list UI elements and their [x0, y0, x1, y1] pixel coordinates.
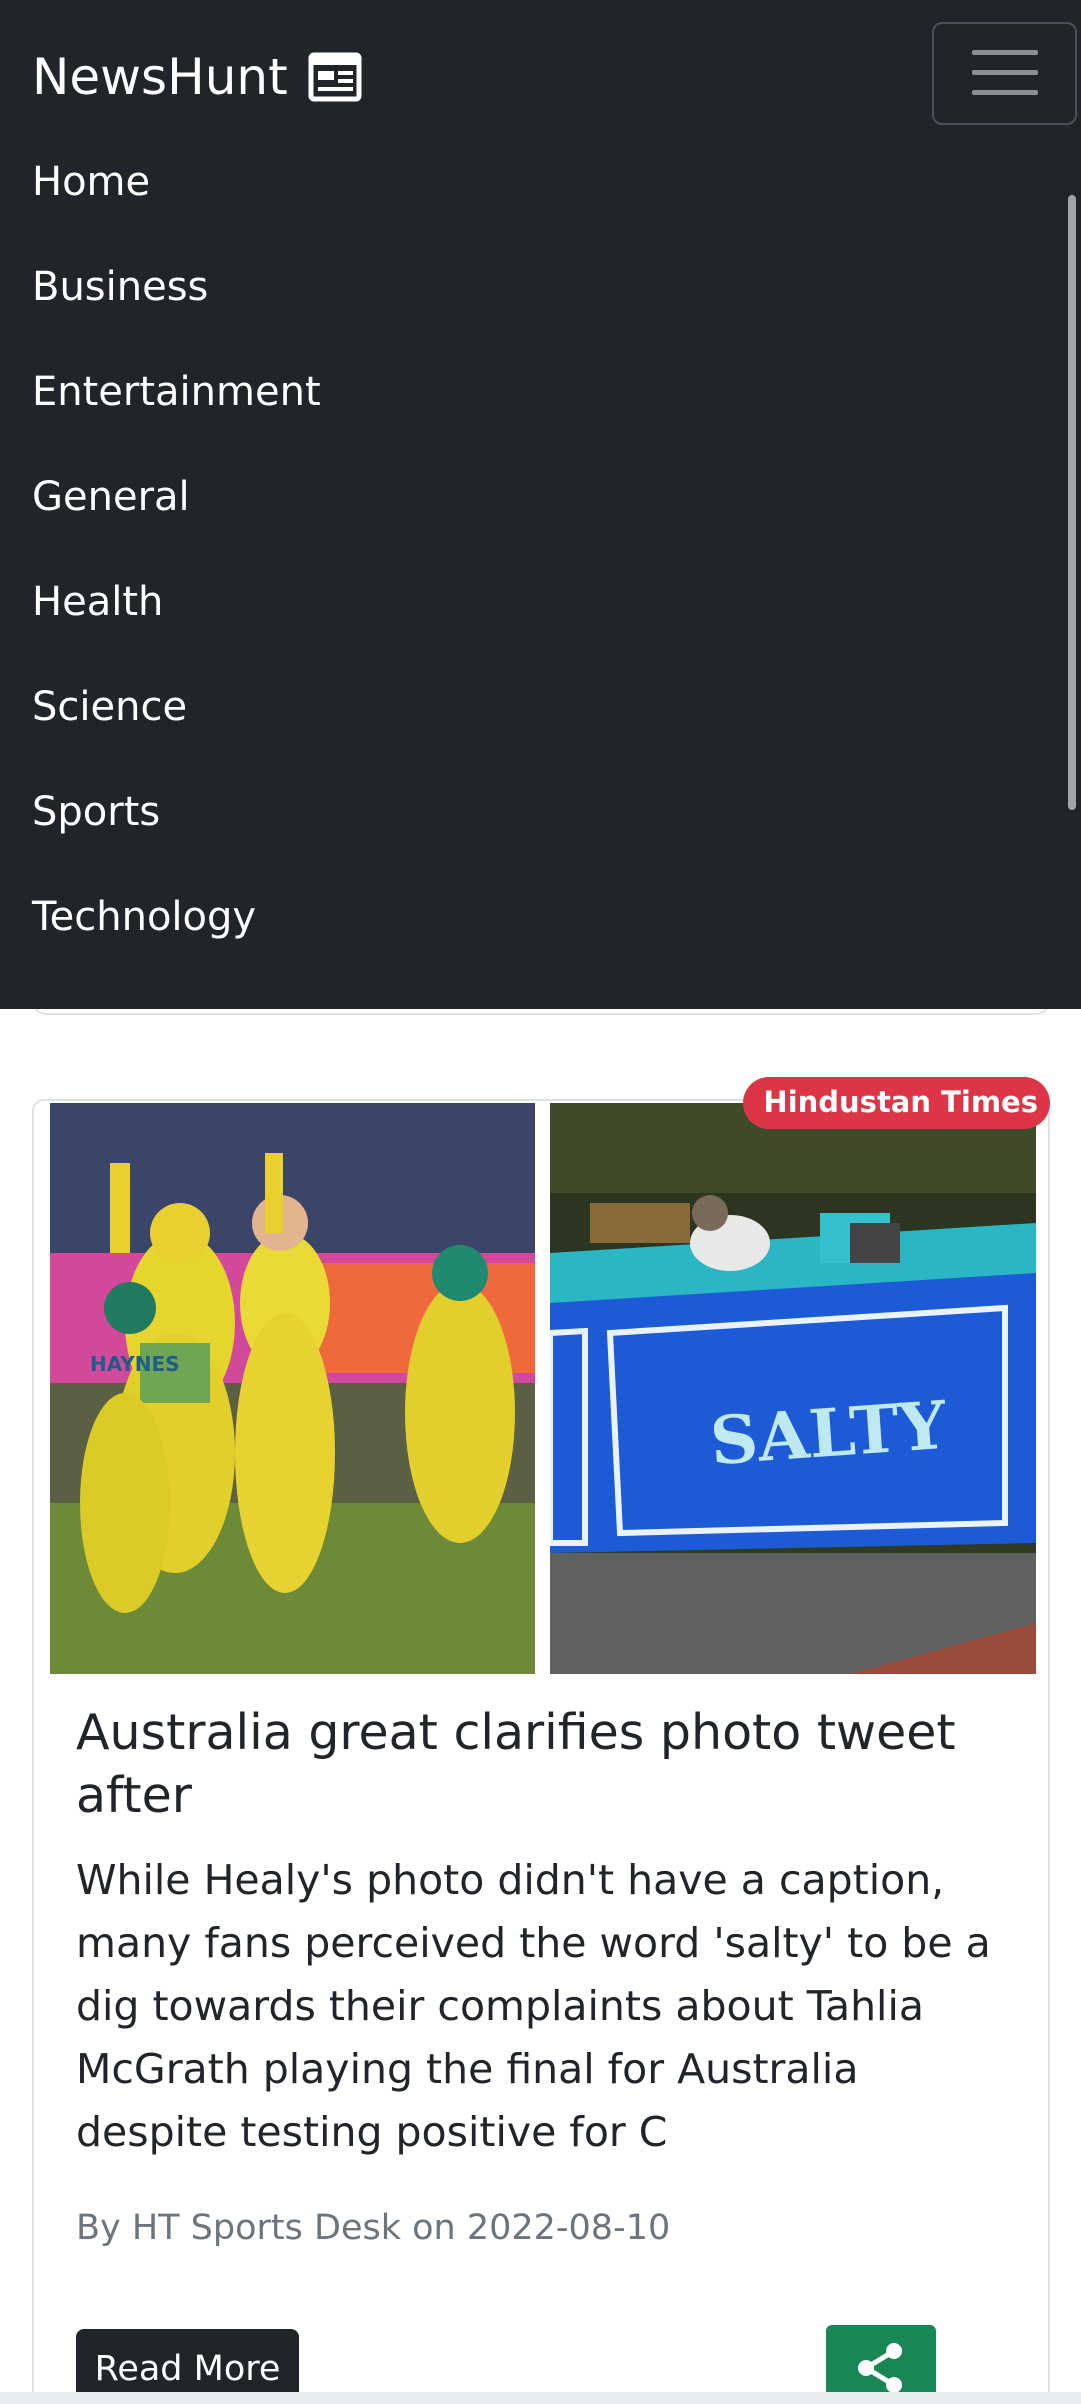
- brand-link[interactable]: NewsHunt: [32, 42, 362, 112]
- article-description: While Healy's photo didn't have a captio…: [76, 1856, 991, 2156]
- nav-menu: Home Business Entertainment General Heal…: [0, 130, 1070, 1010]
- page-bottom-divider: [0, 2392, 1081, 2404]
- newspaper-icon: [308, 52, 362, 102]
- cricket-celebration-photo: HAYNES: [50, 1103, 535, 1674]
- card-body: Australia great clarifies photo tweet af…: [76, 1701, 1016, 2248]
- nav-item-technology[interactable]: Technology: [32, 887, 256, 947]
- navbar: NewsHunt Home Business Entertainment Gen…: [0, 0, 1081, 1009]
- nav-item-business[interactable]: Business: [32, 257, 208, 317]
- nav-item-home[interactable]: Home: [32, 152, 150, 212]
- article-image: HAYNES SALTY: [50, 1103, 1036, 1674]
- nav-item-science[interactable]: Science: [32, 677, 187, 737]
- source-badge: Hindustan Times: [743, 1077, 1050, 1129]
- share-icon: [854, 2341, 908, 2399]
- nav-item-health[interactable]: Health: [32, 572, 163, 632]
- nav-scrollbar[interactable]: [1068, 195, 1076, 810]
- article-byline: By HT Sports Desk on 2022-08-10: [76, 2208, 671, 2248]
- brand-name: NewsHunt: [32, 48, 288, 106]
- news-card: HAYNES SALTY Hindustan Times Australia g…: [32, 1077, 1050, 2404]
- hamburger-menu-icon: [971, 47, 1038, 100]
- navbar-toggler-button[interactable]: [932, 22, 1077, 125]
- nav-item-sports[interactable]: Sports: [32, 782, 160, 842]
- nav-item-entertainment[interactable]: Entertainment: [32, 362, 321, 422]
- nav-item-general[interactable]: General: [32, 467, 190, 527]
- boat-name-text: SALTY: [708, 1386, 950, 1480]
- article-title: Australia great clarifies photo tweet af…: [76, 1704, 956, 1824]
- jersey-text: HAYNES: [90, 1352, 180, 1376]
- boat-photo: SALTY: [550, 1103, 1036, 1674]
